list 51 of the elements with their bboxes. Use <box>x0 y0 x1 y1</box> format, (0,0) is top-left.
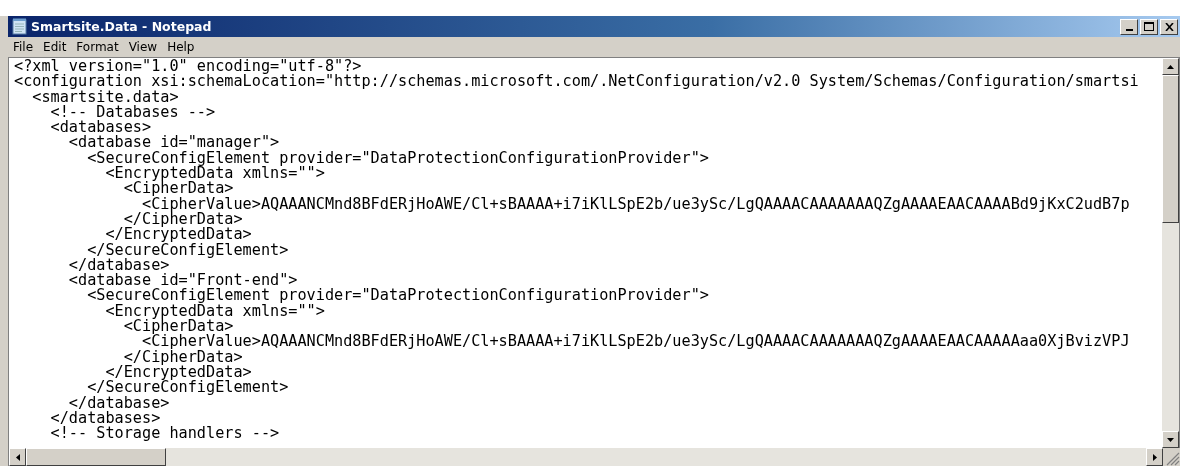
vertical-scrollbar[interactable] <box>1162 58 1179 448</box>
notepad-icon <box>12 18 27 35</box>
code-line: </EncryptedData> <box>105 364 252 381</box>
code-line: <CipherData> <box>123 181 234 197</box>
up-arrow-icon <box>1167 64 1174 69</box>
window-title: Smartsite.Data - Notepad <box>31 19 212 34</box>
code-line: <?xml version="1.0" encoding="utf-8"?> <box>14 59 362 75</box>
right-arrow-icon <box>1152 453 1157 461</box>
code-line: </databases> <box>49 410 161 427</box>
code-line: <CipherData> <box>123 319 234 335</box>
code-line: <configuration xsi:schemaLocation="http://schemas.microsoft.com/.NetConfiguration/v2.0 System/Schemas/Configuration/smartsi <box>14 74 1139 90</box>
code-line: </database> <box>68 395 170 411</box>
down-arrow-icon <box>1167 437 1174 442</box>
scroll-left-button[interactable] <box>9 448 26 466</box>
scroll-down-button[interactable] <box>1162 431 1179 448</box>
code-line: <database id="Front-end"> <box>67 273 298 289</box>
code-line: <EncryptedData xmlns=""> <box>105 303 325 320</box>
scroll-up-button[interactable] <box>1162 58 1179 75</box>
code-line: <CipherValue>AQAAANCMnd8BFdERjHoAWE/Cl+sBAAAA+i7iKlLSpE2b/ue3ySc/LgQAAAACAAAAAAAQZgAAAAEAACAAAAAaa0XjBvizVPJ <box>142 334 1130 350</box>
code-line: <smartsite.data> <box>32 89 179 105</box>
menu-item[interactable]: View <box>123 40 163 54</box>
code-line: <EncryptedData xmlns=""> <box>105 166 325 182</box>
scrollbar-thumb[interactable] <box>1162 75 1179 223</box>
code-line: <CipherValue>AQAAANCMnd8BFdERjHoAWE/Cl+sBAAAA+i7iKlLSpE2b/ue3ySc/LgQAAAACAAAAAAAQZgAAAAEAACAAAABd9jKxC2udB7p <box>142 196 1130 212</box>
menu-item[interactable]: Edit <box>38 40 72 54</box>
code-line: <SecureConfigElement provider="DataProtectionConfigurationProvider"> <box>86 150 709 167</box>
code-line: <!-- Databases --> <box>49 104 216 121</box>
left-arrow-icon <box>15 453 20 461</box>
scroll-right-button[interactable] <box>1146 448 1163 466</box>
maximize-button[interactable] <box>1140 18 1158 35</box>
code-line: </SecureConfigElement> <box>87 242 289 258</box>
code-line: </database> <box>67 257 170 274</box>
code-line: <SecureConfigElement provider="DataProtectionConfigurationProvider"> <box>86 288 709 304</box>
scrollbar-thumb[interactable] <box>26 448 166 466</box>
code-line: <databases> <box>49 120 152 136</box>
minimize-icon <box>1125 28 1133 31</box>
maximize-icon <box>1144 22 1154 31</box>
close-icon <box>1164 22 1174 31</box>
code-line: </CipherData> <box>123 211 243 228</box>
code-line: </CipherData> <box>123 349 243 365</box>
close-button[interactable] <box>1160 18 1178 35</box>
horizontal-scrollbar[interactable] <box>8 448 1180 466</box>
menu-item[interactable]: File <box>8 40 39 54</box>
menu-item[interactable]: Help <box>162 40 200 54</box>
resize-grip-icon[interactable] <box>1163 448 1180 466</box>
code-line: <database id="manager"> <box>67 135 280 151</box>
code-line: <!-- Storage handlers --> <box>49 426 280 442</box>
minimize-button[interactable] <box>1120 18 1138 35</box>
code-line: </EncryptedData> <box>105 227 252 243</box>
menu-item[interactable]: Format <box>71 40 124 54</box>
code-line: </SecureConfigElement> <box>87 380 289 396</box>
